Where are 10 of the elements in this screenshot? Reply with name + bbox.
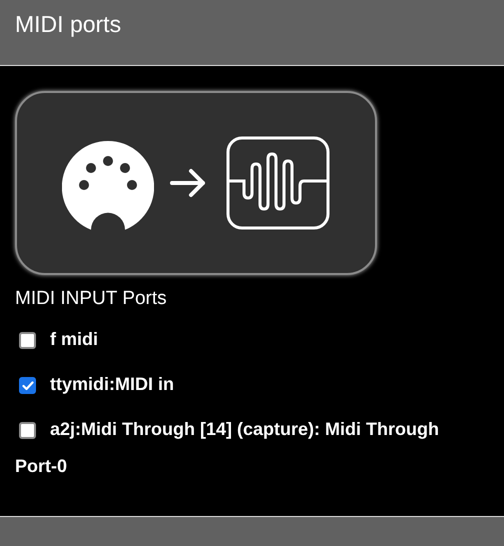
checkbox[interactable]	[19, 377, 36, 394]
checkbox[interactable]	[19, 332, 36, 349]
waveform-icon	[226, 136, 330, 230]
checkbox[interactable]	[19, 422, 36, 439]
port-label[interactable]: ttymidi:MIDI in	[15, 366, 447, 403]
arrow-icon	[170, 167, 206, 199]
port-label[interactable]: a2j:Midi Through [14] (capture): Midi Through Port-0	[15, 411, 447, 485]
port-label[interactable]: f midi	[15, 321, 447, 358]
section-heading: MIDI INPUT Ports	[15, 287, 168, 311]
page-title: MIDI ports	[15, 11, 122, 38]
